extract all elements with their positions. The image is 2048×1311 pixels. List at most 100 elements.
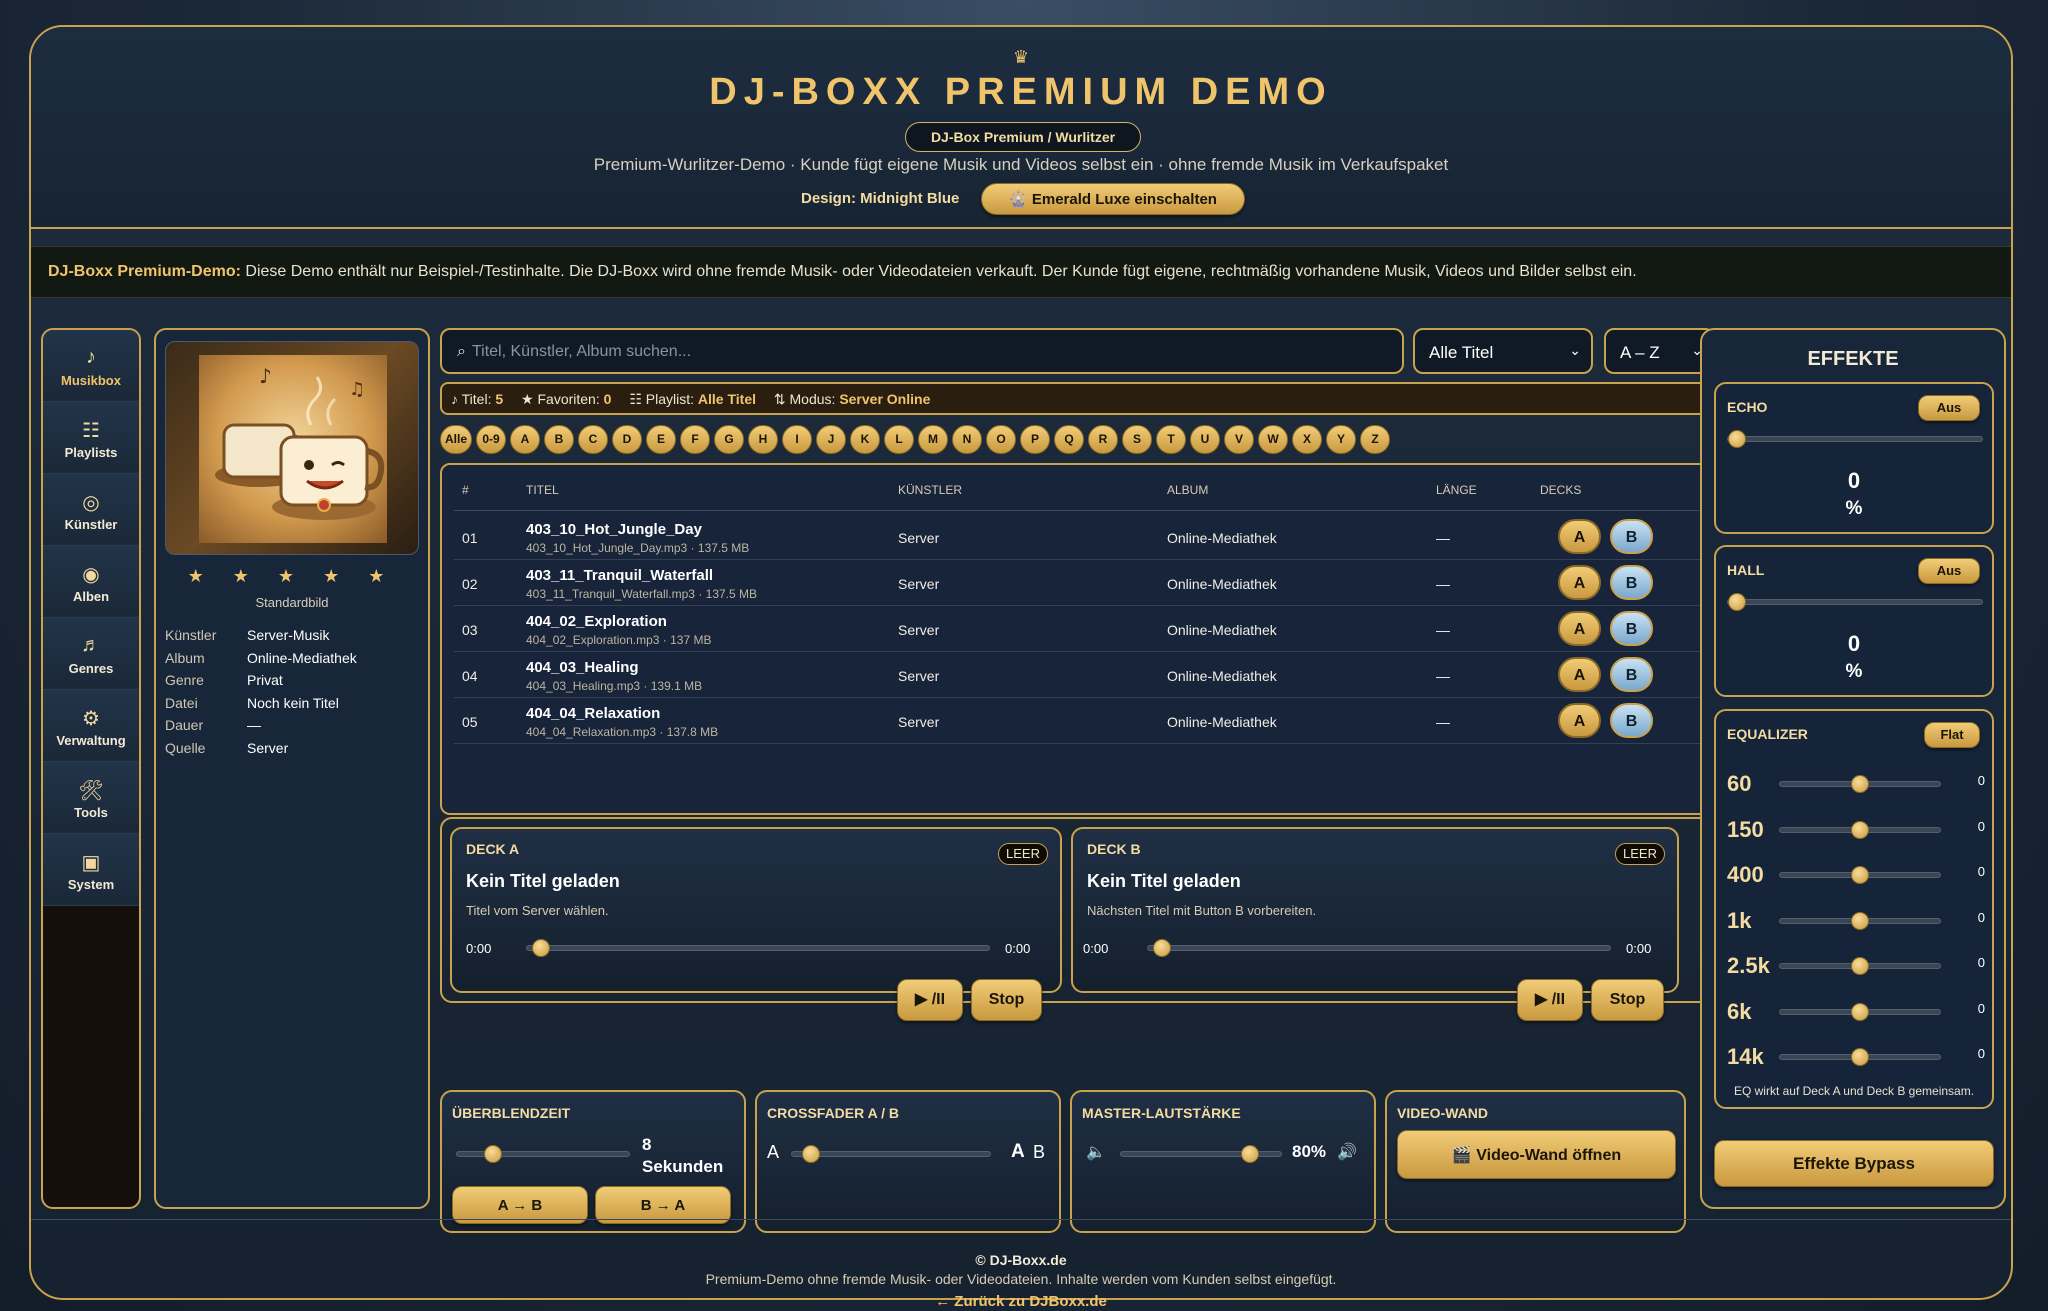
letter-filter-button[interactable]: Y bbox=[1326, 425, 1357, 454]
load-deck-a-button[interactable]: A bbox=[1558, 611, 1601, 646]
play-pause-button[interactable]: ▶ /II bbox=[1517, 979, 1583, 1021]
page-title: DJ-BOXX PREMIUM DEMO bbox=[709, 71, 1333, 113]
load-deck-a-button[interactable]: A bbox=[1558, 703, 1601, 738]
letter-filter-button[interactable]: C bbox=[578, 425, 609, 454]
deck-progress-knob[interactable] bbox=[1153, 939, 1171, 957]
letter-filter-button[interactable]: A bbox=[510, 425, 541, 454]
letter-filter-button[interactable]: U bbox=[1190, 425, 1221, 454]
load-deck-a-button[interactable]: A bbox=[1558, 519, 1601, 554]
letter-filter-button[interactable]: O bbox=[986, 425, 1017, 454]
panel-title: CROSSFADER A / B bbox=[767, 1105, 899, 1121]
col-num: # bbox=[462, 483, 469, 497]
stop-button[interactable]: Stop bbox=[1591, 979, 1664, 1021]
letter-filter-button[interactable]: J bbox=[816, 425, 847, 454]
crossfader-knob[interactable] bbox=[802, 1145, 820, 1163]
letter-filter-button[interactable]: T bbox=[1156, 425, 1187, 454]
col-artist[interactable]: KÜNSTLER bbox=[898, 483, 962, 497]
deck-title: DECK A bbox=[466, 841, 520, 857]
letter-filter-button[interactable]: F bbox=[680, 425, 711, 454]
letter-filter-button[interactable]: G bbox=[714, 425, 745, 454]
letter-filter-button[interactable]: R bbox=[1088, 425, 1119, 454]
table-row[interactable]: 01 403_10_Hot_Jungle_Day 403_10_Hot_Jungle… bbox=[454, 514, 1704, 560]
sort-select[interactable]: A – Z ⌄ bbox=[1604, 328, 1715, 374]
sidebar-item-musikbox[interactable]: ♪ Musikbox bbox=[43, 330, 139, 402]
crossfader-left-label: A bbox=[767, 1142, 780, 1162]
table-row[interactable]: 04 404_03_Healing 404_03_Healing.mp3 · 139… bbox=[454, 652, 1704, 698]
letter-filter-button[interactable]: I bbox=[782, 425, 813, 454]
play-pause-button[interactable]: ▶ /II bbox=[897, 979, 963, 1021]
letter-filter-button[interactable]: B bbox=[544, 425, 575, 454]
filter-select[interactable]: Alle Titel ⌄ bbox=[1413, 328, 1593, 374]
load-deck-b-button[interactable]: B bbox=[1610, 565, 1653, 600]
sidebar-item-genres[interactable]: ♬ Genres bbox=[43, 618, 139, 690]
letter-filter-button[interactable]: Q bbox=[1054, 425, 1085, 454]
letter-filter-button[interactable]: H bbox=[748, 425, 779, 454]
load-deck-b-button[interactable]: B bbox=[1610, 611, 1653, 646]
crossfade-time-slider[interactable] bbox=[456, 1151, 630, 1157]
table-row[interactable]: 05 404_04_Relaxation 404_04_Relaxation.mp3… bbox=[454, 698, 1704, 744]
svg-text:♫: ♫ bbox=[349, 379, 365, 400]
notice-lead: DJ-Boxx Premium-Demo: bbox=[48, 263, 241, 280]
letter-filter-button[interactable]: S bbox=[1122, 425, 1153, 454]
deck-progress-track[interactable] bbox=[1147, 945, 1611, 951]
echo-knob[interactable] bbox=[1728, 430, 1746, 448]
letter-filter-button[interactable]: Z bbox=[1360, 425, 1391, 454]
hall-knob[interactable] bbox=[1728, 593, 1746, 611]
open-video-wall-button[interactable]: 🎬 Video-Wand öffnen bbox=[1397, 1130, 1676, 1179]
theme-toggle-button[interactable]: 🎡 Emerald Luxe einschalten bbox=[981, 183, 1245, 215]
master-volume-knob[interactable] bbox=[1240, 1145, 1259, 1163]
eq-band-frequency: 14k bbox=[1727, 1044, 1764, 1069]
col-decks: DECKS bbox=[1540, 483, 1582, 497]
echo-slider[interactable] bbox=[1727, 436, 1983, 442]
table-row[interactable]: 02 403_11_Tranquil_Waterfall 403_11_Tranqu… bbox=[454, 560, 1704, 606]
letter-filter-button[interactable]: K bbox=[850, 425, 881, 454]
letter-filter-button[interactable]: E bbox=[646, 425, 677, 454]
letter-filter-button[interactable]: L bbox=[884, 425, 915, 454]
sidebar-item-alben[interactable]: ◉ Alben bbox=[43, 546, 139, 618]
search-input[interactable]: ⌕ Titel, Künstler, Album suchen... bbox=[440, 328, 1404, 374]
load-deck-a-button[interactable]: A bbox=[1558, 565, 1601, 600]
letter-filter-button[interactable]: P bbox=[1020, 425, 1051, 454]
eq-band-knob[interactable] bbox=[1851, 1048, 1869, 1066]
sidebar-item-kuenstler[interactable]: ◎ Künstler bbox=[43, 474, 139, 546]
eq-flat-button[interactable]: Flat bbox=[1924, 722, 1980, 748]
letter-filter-button[interactable]: M bbox=[918, 425, 949, 454]
rating-stars[interactable]: ★ ★ ★ ★ ★ bbox=[156, 566, 428, 587]
load-deck-b-button[interactable]: B bbox=[1610, 519, 1653, 554]
load-deck-a-button[interactable]: A bbox=[1558, 657, 1601, 692]
letter-filter-button[interactable]: V bbox=[1224, 425, 1255, 454]
sidebar-item-verwaltung[interactable]: ⚙ Verwaltung bbox=[43, 690, 139, 762]
stop-button[interactable]: Stop bbox=[971, 979, 1042, 1021]
letter-filter-button[interactable]: N bbox=[952, 425, 983, 454]
sidebar-item-playlists[interactable]: ☷ Playlists bbox=[43, 402, 139, 474]
eq-band-knob[interactable] bbox=[1851, 911, 1869, 930]
letter-filter-button[interactable]: Alle bbox=[440, 425, 473, 454]
eq-band-knob[interactable] bbox=[1851, 866, 1869, 884]
eq-band-knob[interactable] bbox=[1851, 820, 1869, 839]
letter-filter-button[interactable]: D bbox=[612, 425, 643, 454]
table-row[interactable]: 03 404_02_Exploration 404_02_Exploration.m… bbox=[454, 606, 1704, 652]
col-album[interactable]: ALBUM bbox=[1167, 483, 1208, 497]
load-deck-b-button[interactable]: B bbox=[1610, 703, 1653, 738]
sidebar-item-tools[interactable]: 🛠 Tools bbox=[43, 762, 139, 834]
sidebar-item-system[interactable]: ▣ System bbox=[43, 834, 139, 906]
letter-filter-button[interactable]: 0-9 bbox=[476, 425, 507, 454]
letter-filter-button[interactable]: X bbox=[1292, 425, 1323, 454]
hall-toggle-button[interactable]: Aus bbox=[1918, 558, 1980, 584]
col-length[interactable]: LÄNGE bbox=[1436, 483, 1477, 497]
col-title[interactable]: TITEL bbox=[526, 483, 559, 497]
letter-filter-button[interactable]: W bbox=[1258, 425, 1289, 454]
eq-band-knob[interactable] bbox=[1851, 775, 1869, 793]
crossfade-time-knob[interactable] bbox=[484, 1145, 502, 1163]
hall-slider[interactable] bbox=[1727, 599, 1983, 605]
eq-band-knob[interactable] bbox=[1851, 957, 1869, 975]
effects-bypass-button[interactable]: Effekte Bypass bbox=[1714, 1140, 1994, 1187]
deck-progress-track[interactable] bbox=[526, 945, 990, 951]
load-deck-b-button[interactable]: B bbox=[1610, 657, 1653, 692]
crossfader-slider[interactable] bbox=[791, 1151, 991, 1157]
meta-row: Künstler Server-Musik bbox=[165, 624, 357, 647]
back-link[interactable]: ← Zurück zu DJBoxx.de bbox=[31, 1293, 2011, 1310]
deck-progress-knob[interactable] bbox=[532, 939, 550, 957]
eq-band-knob[interactable] bbox=[1851, 1002, 1869, 1021]
echo-toggle-button[interactable]: Aus bbox=[1918, 395, 1980, 421]
